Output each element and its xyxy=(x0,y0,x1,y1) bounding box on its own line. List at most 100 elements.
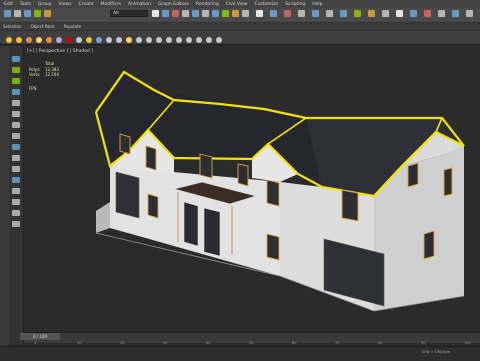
menu-item-tools[interactable]: Tools xyxy=(20,2,31,7)
angle-snap-icon[interactable] xyxy=(284,10,291,17)
side-tool-icon[interactable] xyxy=(12,199,20,205)
undo-icon[interactable] xyxy=(4,10,11,17)
render-production-icon[interactable] xyxy=(466,10,473,17)
menu-item-help[interactable]: Help xyxy=(312,2,322,7)
menu-item-scripting[interactable]: Scripting xyxy=(285,2,305,7)
link-icon[interactable] xyxy=(24,10,31,17)
curve-editor-icon[interactable] xyxy=(396,10,403,17)
menu-item-create[interactable]: Create xyxy=(79,2,94,7)
align-icon[interactable] xyxy=(354,10,361,17)
main-toolbar xyxy=(0,8,480,23)
menu-item-edit[interactable]: Edit xyxy=(4,2,13,7)
modeling-tool-icon[interactable] xyxy=(36,37,42,43)
mirror-icon[interactable] xyxy=(340,10,347,17)
modeling-tool-icon[interactable] xyxy=(216,37,222,43)
toggle-layer-explorer-icon[interactable] xyxy=(382,10,389,17)
modeling-tool-icon[interactable] xyxy=(6,37,12,43)
house-model[interactable] xyxy=(24,46,480,332)
window-crossing-icon[interactable] xyxy=(182,10,189,17)
redo-icon[interactable] xyxy=(14,10,21,17)
modeling-tool-icon[interactable] xyxy=(176,37,182,43)
side-tool-icon[interactable] xyxy=(12,67,20,73)
edit-named-selection-icon[interactable] xyxy=(326,10,333,17)
select-and-scale-icon[interactable] xyxy=(212,10,219,17)
menu-item-group[interactable]: Group xyxy=(38,2,52,7)
frame-counter[interactable]: 0 / 100 xyxy=(20,333,60,340)
unlink-icon[interactable] xyxy=(34,10,41,17)
modeling-tool-icon[interactable] xyxy=(96,37,102,43)
modeling-tool-icon[interactable] xyxy=(66,37,72,43)
toggle-scene-explorer-icon[interactable] xyxy=(368,10,375,17)
modeling-tool-icon[interactable] xyxy=(86,37,92,43)
modeling-tool-icon[interactable] xyxy=(26,37,32,43)
modeling-tool-icon[interactable] xyxy=(16,37,22,43)
timeline-tick-label: 80 xyxy=(378,341,383,345)
percent-snap-icon[interactable] xyxy=(298,10,305,17)
side-tool-icon[interactable] xyxy=(12,56,20,62)
modeling-tool-icon[interactable] xyxy=(206,37,212,43)
side-tool-icon[interactable] xyxy=(12,78,20,84)
menu-item-views[interactable]: Views xyxy=(59,2,72,7)
keyboard-shortcut-override-icon[interactable] xyxy=(256,10,263,17)
side-tool-icon[interactable] xyxy=(12,144,20,150)
ribbon-tab-populate[interactable]: Populate xyxy=(64,24,81,29)
side-tool-icon[interactable] xyxy=(12,221,20,227)
select-and-rotate-icon[interactable] xyxy=(202,10,209,17)
select-and-move-icon[interactable] xyxy=(192,10,199,17)
menu-item-graph-editors[interactable]: Graph Editors xyxy=(158,2,189,7)
side-tool-icon[interactable] xyxy=(12,166,20,172)
window xyxy=(266,179,280,207)
reference-coordinate-icon[interactable] xyxy=(222,10,229,17)
timeline-tick-label: 40 xyxy=(206,341,211,345)
modeling-tool-icon[interactable] xyxy=(196,37,202,43)
side-door xyxy=(183,201,199,247)
menu-item-civil-view[interactable]: Civil View xyxy=(226,2,248,7)
render-setup-icon[interactable] xyxy=(438,10,445,17)
secondary-toolbar xyxy=(0,30,480,45)
modeling-tool-icon[interactable] xyxy=(76,37,82,43)
window xyxy=(407,162,419,188)
perspective-viewport[interactable]: [+] [ Perspective ] [ Shaded ] Total Pol… xyxy=(24,46,480,332)
menu-item-customize[interactable]: Customize xyxy=(255,2,279,7)
side-tool-icon[interactable] xyxy=(12,155,20,161)
bind-space-warp-icon[interactable] xyxy=(44,10,51,17)
side-tool-icon[interactable] xyxy=(12,100,20,106)
side-tool-icon[interactable] xyxy=(12,188,20,194)
modeling-tool-icon[interactable] xyxy=(126,37,132,43)
side-tool-icon[interactable] xyxy=(12,133,20,139)
ribbon-tab-object-paint[interactable]: Object Paint xyxy=(30,24,54,29)
window xyxy=(443,167,453,197)
modeling-tool-icon[interactable] xyxy=(56,37,62,43)
select-and-manipulate-icon[interactable] xyxy=(242,10,249,17)
selection-filter-dropdown[interactable]: All xyxy=(110,10,148,17)
select-by-name-icon[interactable] xyxy=(162,10,169,17)
modeling-tool-icon[interactable] xyxy=(166,37,172,43)
spinner-snap-icon[interactable] xyxy=(312,10,319,17)
menu-item-modifiers[interactable]: Modifiers xyxy=(101,2,122,7)
modeling-tool-icon[interactable] xyxy=(46,37,52,43)
ribbon-tab-selection[interactable]: Selection xyxy=(3,24,21,29)
modeling-tool-icon[interactable] xyxy=(156,37,162,43)
modeling-tool-icon[interactable] xyxy=(136,37,142,43)
modeling-tool-icon[interactable] xyxy=(186,37,192,43)
material-editor-icon[interactable] xyxy=(424,10,431,17)
side-tool-icon[interactable] xyxy=(12,122,20,128)
rendered-frame-window-icon[interactable] xyxy=(452,10,459,17)
side-tool-icon[interactable] xyxy=(12,89,20,95)
use-pivot-center-icon[interactable] xyxy=(232,10,239,17)
modeling-tool-icon[interactable] xyxy=(106,37,112,43)
timeline-tick-label: 60 xyxy=(292,341,297,345)
modeling-tool-icon[interactable] xyxy=(116,37,122,43)
side-tool-icon[interactable] xyxy=(12,210,20,216)
modeling-tool-icon[interactable] xyxy=(146,37,152,43)
viewport-label[interactable]: [+] [ Perspective ] [ Shaded ] xyxy=(27,49,93,54)
rectangular-selection-icon[interactable] xyxy=(172,10,179,17)
side-tool-icon[interactable] xyxy=(12,177,20,183)
schematic-view-icon[interactable] xyxy=(410,10,417,17)
snaps-toggle-icon[interactable] xyxy=(270,10,277,17)
garage-door-left xyxy=(115,171,140,219)
select-object-icon[interactable] xyxy=(152,10,159,17)
menu-item-animation[interactable]: Animation xyxy=(128,2,151,7)
side-tool-icon[interactable] xyxy=(12,111,20,117)
menu-item-rendering[interactable]: Rendering xyxy=(196,2,219,7)
